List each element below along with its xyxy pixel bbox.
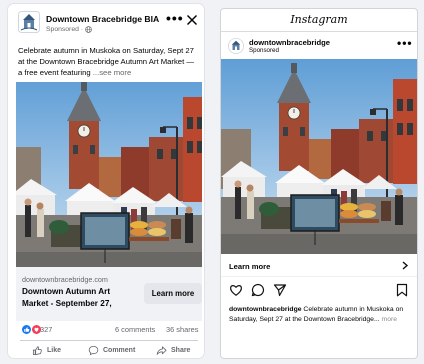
learn-more-button[interactable]: Learn more bbox=[229, 262, 270, 271]
share-icon bbox=[156, 345, 167, 355]
comment-icon bbox=[88, 345, 99, 355]
bookmark-icon[interactable] bbox=[395, 283, 409, 297]
divider bbox=[20, 340, 198, 341]
like-label: Like bbox=[47, 346, 62, 354]
more-options-button[interactable]: ••• bbox=[397, 36, 413, 50]
ad-photo[interactable] bbox=[221, 59, 417, 254]
page-name[interactable]: Downtown Bracebridge BIA bbox=[46, 14, 159, 24]
divider bbox=[221, 276, 417, 277]
post-caption: Celebrate autumn in Muskoka on Saturday,… bbox=[18, 45, 200, 79]
link-domain: downtownbracebridge.com bbox=[22, 275, 108, 284]
see-more-link[interactable]: ...see more bbox=[93, 68, 131, 77]
like-reaction-icon bbox=[22, 325, 31, 334]
sponsored-label: Sponsored bbox=[249, 47, 279, 54]
paper-plane-icon[interactable] bbox=[273, 283, 287, 297]
bia-logo-icon[interactable] bbox=[18, 11, 40, 33]
ad-photo[interactable] bbox=[16, 82, 202, 267]
instagram-ad-card: Instagram downtownbracebridge Sponsored … bbox=[221, 9, 417, 358]
instagram-wordmark: Instagram bbox=[290, 13, 348, 26]
heart-icon[interactable] bbox=[229, 283, 243, 297]
comment-icon[interactable] bbox=[251, 283, 265, 297]
share-button[interactable]: Share bbox=[156, 344, 190, 356]
like-button[interactable]: Like bbox=[32, 344, 61, 356]
caption-username[interactable]: downtownbracebridge bbox=[229, 306, 302, 313]
sponsored-text: Sponsored bbox=[46, 26, 79, 33]
account-username[interactable]: downtownbracebridge bbox=[249, 38, 330, 47]
comment-count[interactable]: 6 comments bbox=[115, 324, 155, 336]
comment-label: Comment bbox=[103, 346, 136, 354]
caption-more-link[interactable]: more bbox=[380, 316, 398, 323]
share-label: Share bbox=[171, 346, 191, 354]
bia-logo-icon[interactable] bbox=[228, 38, 244, 54]
share-count[interactable]: 36 shares bbox=[166, 324, 198, 336]
link-title[interactable]: Downtown Autumn Art Market - September 2… bbox=[22, 286, 126, 310]
globe-icon bbox=[85, 26, 92, 33]
learn-more-button[interactable]: Learn more bbox=[144, 283, 202, 304]
more-options-button[interactable]: ••• bbox=[166, 11, 184, 25]
reactions[interactable] bbox=[22, 325, 41, 334]
post-caption: downtownbracebridge Celebrate autumn in … bbox=[229, 305, 411, 324]
post-header: Downtown Bracebridge BIA Sponsored · ••• bbox=[8, 4, 204, 38]
chevron-right-icon[interactable] bbox=[401, 261, 409, 270]
separator: · bbox=[80, 26, 84, 33]
facebook-ad-card: Downtown Bracebridge BIA Sponsored · •••… bbox=[8, 4, 204, 358]
close-icon[interactable] bbox=[186, 14, 198, 26]
sponsored-label: Sponsored · bbox=[46, 26, 92, 33]
comment-button[interactable]: Comment bbox=[88, 344, 135, 356]
divider bbox=[221, 31, 417, 32]
thumbs-up-icon bbox=[32, 345, 42, 355]
engagement-stats: 327 6 comments 36 shares bbox=[22, 324, 202, 336]
reaction-count[interactable]: 327 bbox=[40, 324, 52, 336]
